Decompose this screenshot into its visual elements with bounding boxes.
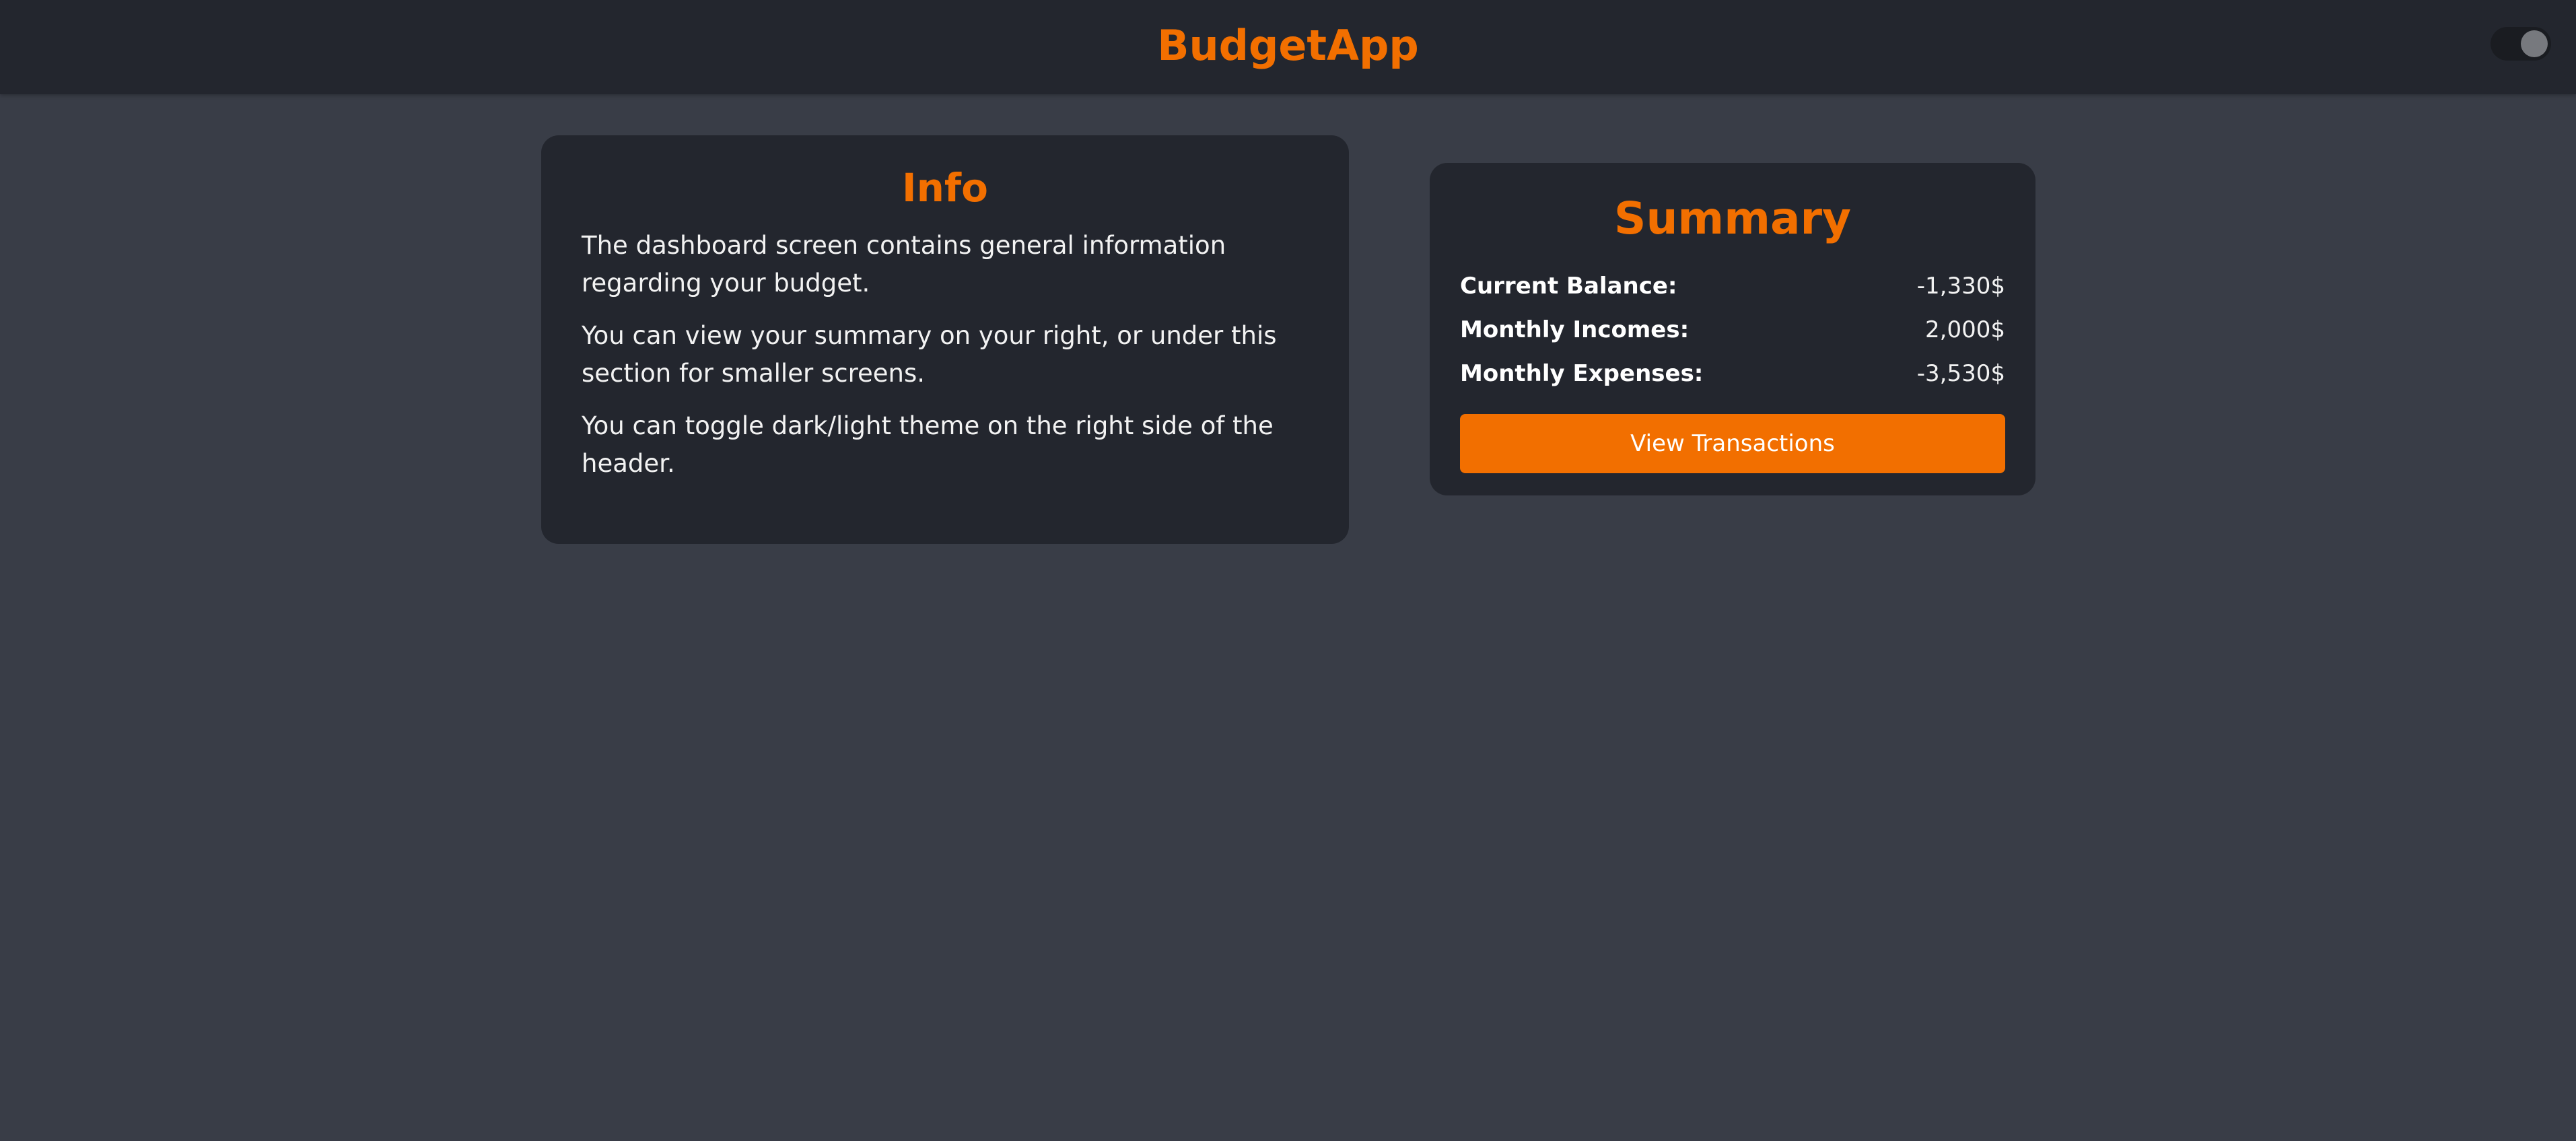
current-balance-value: -1,330$ — [1916, 272, 2005, 300]
monthly-incomes-label: Monthly Incomes: — [1460, 316, 1690, 343]
app-header: BudgetApp — [0, 0, 2576, 94]
summary-row-monthly-incomes: Monthly Incomes: 2,000$ — [1460, 308, 2005, 351]
view-transactions-button[interactable]: View Transactions — [1460, 414, 2005, 473]
monthly-incomes-value: 2,000$ — [1925, 316, 2005, 343]
app-title: BudgetApp — [1157, 21, 1419, 70]
summary-card: Summary Current Balance: -1,330$ Monthly… — [1430, 163, 2035, 495]
info-title: Info — [902, 165, 988, 211]
info-paragraph: The dashboard screen contains general in… — [582, 231, 1226, 298]
monthly-expenses-label: Monthly Expenses: — [1460, 359, 1704, 387]
summary-row-monthly-expenses: Monthly Expenses: -3,530$ — [1460, 351, 2005, 395]
current-balance-label: Current Balance: — [1460, 272, 1677, 300]
summary-title: Summary — [1613, 193, 1852, 244]
info-paragraph: You can toggle dark/light theme on the r… — [582, 411, 1274, 478]
monthly-expenses-value: -3,530$ — [1916, 359, 2005, 387]
summary-row-current-balance: Current Balance: -1,330$ — [1460, 264, 2005, 308]
info-card: Info The dashboard screen contains gener… — [541, 135, 1349, 544]
theme-toggle[interactable] — [2491, 27, 2551, 61]
toggle-knob-icon — [2521, 30, 2548, 57]
info-paragraph: You can view your summary on your right,… — [582, 321, 1277, 388]
